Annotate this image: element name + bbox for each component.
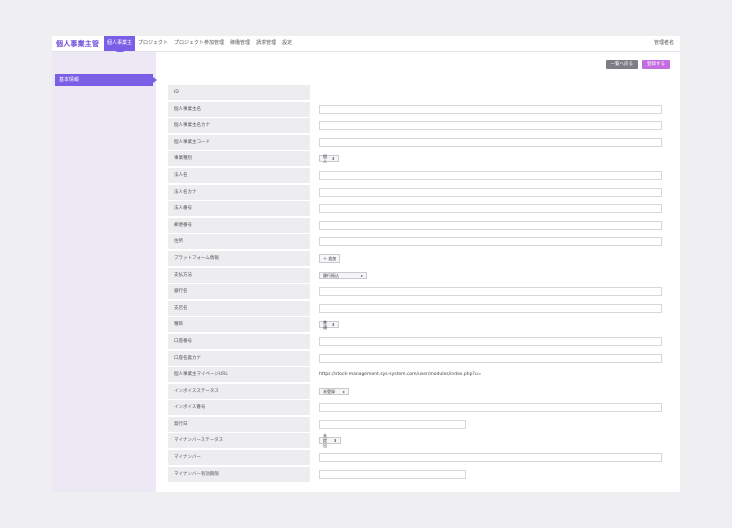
form-row-holder-kana: 口座名義カナ <box>168 350 662 368</box>
nav-tab-individual[interactable]: 個人事業主 <box>104 36 136 55</box>
user-menu[interactable]: 管理者名 <box>654 36 674 51</box>
address-field[interactable] <box>319 237 662 247</box>
app-window: 個人事業主管 個人事業主 プロジェクト プロジェクト参加管理 稼働管理 請求管理… <box>52 36 680 492</box>
sidebar: 基本情報 <box>52 52 157 492</box>
payment-label: 支払方法 <box>168 267 310 283</box>
invoice-number-label: インボイス番号 <box>168 400 310 416</box>
mypage-url-text: https://stock-management.sys-system.com/… <box>319 372 482 378</box>
form-row-corp-name: 法人名 <box>168 167 662 185</box>
form-row-mynumber-status: マイナンバーステータス 未提出 ⬍ <box>168 433 662 450</box>
platform-add-button[interactable]: ＋ 追加 <box>319 253 341 263</box>
invoice-status-select-value: 未登録 <box>323 388 335 394</box>
mynumber-label: マイナンバー <box>168 450 310 466</box>
mynumber-expiry-field[interactable] <box>319 469 466 479</box>
brand-logo[interactable]: 個人事業主管 <box>56 39 99 49</box>
postal-label: 郵便番号 <box>168 217 310 233</box>
mynumber-status-label: マイナンバーステータス <box>168 433 310 449</box>
form-row-address: 住所 <box>168 234 662 251</box>
main-nav: 個人事業主 プロジェクト プロジェクト参加管理 稼働管理 請求管理 設定 <box>104 36 295 55</box>
mypage-label: 個人事業主マイページURL <box>168 367 310 383</box>
chevron-down-icon: ⬍ <box>333 438 337 444</box>
account-number-label: 口座番号 <box>168 333 310 349</box>
form-row-id: ID <box>168 85 662 102</box>
code-label: 個人事業主コード <box>168 134 310 150</box>
form-row-code: 個人事業主コード <box>168 134 662 152</box>
mynumber-status-select[interactable]: 未提出 ⬍ <box>319 433 341 448</box>
form-row-postal: 郵便番号 <box>168 217 662 235</box>
action-bar: 一覧へ戻る 登録する <box>605 60 670 69</box>
mynumber-expiry-label: マイナンバー有効期限 <box>168 466 310 482</box>
name-kana-field[interactable] <box>319 121 662 131</box>
form-row-issue-date: 発行日 <box>168 416 662 434</box>
form-row-name: 個人事業主名 <box>168 101 662 119</box>
account-number-field[interactable] <box>319 336 662 346</box>
bank-label: 銀行名 <box>168 284 310 300</box>
form-row-name-kana: 個人事業主名カナ <box>168 118 662 135</box>
name-field[interactable] <box>319 104 662 114</box>
mynumber-status-select-value: 未提出 <box>323 433 327 449</box>
save-button[interactable]: 登録する <box>642 60 670 69</box>
issue-date-field[interactable] <box>319 419 466 429</box>
holder-kana-label: 口座名義カナ <box>168 350 310 366</box>
type-select[interactable]: 個人 ⬍ <box>319 153 339 164</box>
top-nav-bar: 個人事業主管 個人事業主 プロジェクト プロジェクト参加管理 稼働管理 請求管理… <box>52 36 680 55</box>
form-row-account-type: 種目 普通 ⬍ <box>168 317 662 334</box>
form-row-payment: 支払方法 銀行振込 ▸ <box>168 267 662 285</box>
individual-form: ID 個人事業主名 個人事業主名カナ 個人事業主コード 事業種別 個人 ⬍ 法人… <box>168 85 662 483</box>
corp-kana-field[interactable] <box>319 187 662 197</box>
form-row-mynumber: マイナンバー <box>168 450 662 467</box>
postal-field[interactable] <box>319 220 662 230</box>
main-content: 一覧へ戻る 登録する ID 個人事業主名 個人事業主名カナ 個人事業主コード 事… <box>160 52 670 492</box>
id-label: ID <box>168 85 310 100</box>
form-row-invoice-number: インボイス番号 <box>168 400 662 417</box>
payment-select[interactable]: 銀行振込 ▸ <box>319 271 367 279</box>
nav-tab-billing[interactable]: 請求管理 <box>253 36 279 51</box>
chevron-down-icon: ⬍ <box>331 322 335 328</box>
form-row-branch: 支店名 <box>168 300 662 318</box>
form-row-platform: プラットフォーム情報 ＋ 追加 <box>168 250 662 268</box>
nav-tab-work[interactable]: 稼働管理 <box>227 36 253 51</box>
invoice-status-label: インボイスステータス <box>168 383 310 399</box>
code-field[interactable] <box>319 137 662 147</box>
chevron-down-icon: ▸ <box>360 272 363 278</box>
back-to-list-button[interactable]: 一覧へ戻る <box>605 60 638 69</box>
bank-field[interactable] <box>319 287 662 297</box>
name-kana-label: 個人事業主名カナ <box>168 118 310 134</box>
branch-label: 支店名 <box>168 300 310 316</box>
form-row-account-number: 口座番号 <box>168 333 662 351</box>
corp-name-field[interactable] <box>319 170 662 180</box>
mynumber-field[interactable] <box>319 453 662 463</box>
type-select-value: 個人 <box>323 153 327 164</box>
account-type-select[interactable]: 普通 ⬍ <box>319 319 339 330</box>
chevron-down-icon: ⬍ <box>331 156 335 162</box>
issue-date-label: 発行日 <box>168 416 310 432</box>
nav-tab-settings[interactable]: 設定 <box>279 36 295 51</box>
invoice-number-field[interactable] <box>319 403 662 413</box>
form-row-mynumber-expiry: マイナンバー有効期限 <box>168 466 662 484</box>
form-row-type: 事業種別 個人 ⬍ <box>168 151 662 168</box>
corp-number-field[interactable] <box>319 204 662 214</box>
nav-tab-project[interactable]: プロジェクト <box>135 36 171 51</box>
form-row-invoice-status: インボイスステータス 未登録 ▸ <box>168 383 662 401</box>
payment-select-value: 銀行振込 <box>323 272 339 278</box>
form-row-corp-number: 法人番号 <box>168 201 662 218</box>
branch-field[interactable] <box>319 303 662 313</box>
account-type-label: 種目 <box>168 317 310 333</box>
address-label: 住所 <box>168 234 310 250</box>
form-row-mypage: 個人事業主マイページURL https://stock-management.s… <box>168 367 662 384</box>
corp-number-label: 法人番号 <box>168 201 310 217</box>
form-row-corp-kana: 法人名カナ <box>168 184 662 202</box>
corp-name-label: 法人名 <box>168 167 310 183</box>
platform-label: プラットフォーム情報 <box>168 250 310 266</box>
holder-kana-field[interactable] <box>319 353 662 363</box>
form-row-bank: 銀行名 <box>168 284 662 301</box>
sidebar-item-basic-info[interactable]: 基本情報 <box>55 74 157 86</box>
chevron-down-icon: ▸ <box>342 388 345 394</box>
invoice-status-select[interactable]: 未登録 ▸ <box>319 387 349 395</box>
type-label: 事業種別 <box>168 151 310 167</box>
nav-tab-project-participation[interactable]: プロジェクト参加管理 <box>171 36 227 51</box>
account-type-select-value: 普通 <box>323 319 327 330</box>
name-label: 個人事業主名 <box>168 101 310 117</box>
corp-kana-label: 法人名カナ <box>168 184 310 200</box>
